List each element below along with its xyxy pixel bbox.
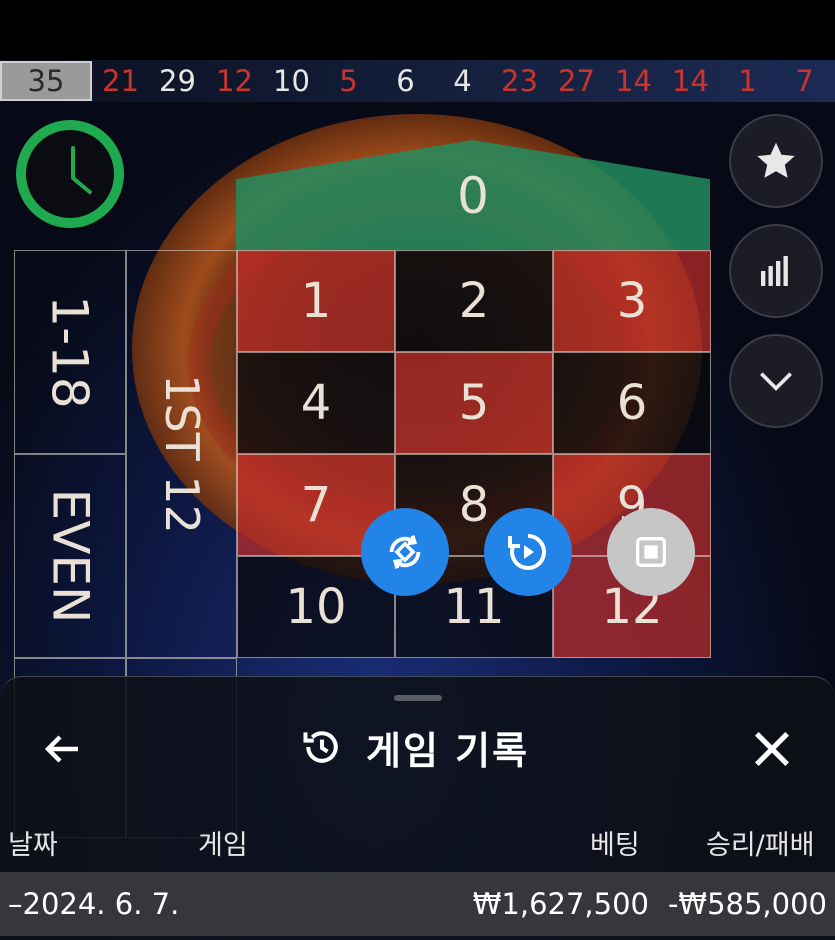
history-number: 14 [615,64,652,98]
row-bet-total: ₩1,627,500 [472,887,649,921]
swap-icon [389,535,421,569]
chevron-down-icon [760,372,792,391]
bet-spot-1-18[interactable]: 1-18 [14,250,126,454]
history-number: 4 [453,64,472,98]
bet-spot-even[interactable]: EVEN [14,454,126,658]
column-header-date: 날짜 [8,830,58,861]
statistics-button[interactable] [729,224,823,318]
history-number: 5 [339,64,358,98]
column-header-game: 게임 [198,830,248,861]
column-header-result: 승리/패배 [706,830,815,861]
number-label: 7 [300,477,332,533]
number-label: 2 [458,273,490,329]
row-result-total: -₩585,000 [667,887,827,921]
history-icon [303,731,338,763]
star-icon [757,142,795,178]
number-label: 1 [300,273,332,329]
collapse-button[interactable] [729,334,823,428]
top-status-strip [0,0,835,60]
number-label: 5 [458,375,490,431]
sheet-header: 게임 기록 [0,717,835,777]
history-number: 6 [396,64,415,98]
close-icon [754,731,790,767]
history-number: 21 [102,64,139,98]
number-label: 8 [458,477,490,533]
history-number-latest: 35 [0,61,92,101]
number-label: 10 [285,579,347,635]
row-date: –2024. 6. 7. [8,887,180,921]
history-number: 12 [216,64,253,98]
history-date-row[interactable]: –2024. 6. 7. ₩1,627,500 -₩585,000 [0,872,835,936]
bet-spot-number[interactable]: 6 [553,352,711,454]
results-history-bar: 35 21 29 12 10 5 6 4 23 27 14 14 1 7 [0,60,835,102]
game-history-sheet: 게임 기록 날짜 게임 베팅 승리/패배 –2024. 6. 7. ₩1,627… [0,676,835,940]
arrow-left-icon [44,735,78,763]
bet-spot-number[interactable]: 5 [395,352,553,454]
stats-icon [761,256,788,286]
low-bet-label: 1-18 [41,295,100,409]
first-dozen-label: 1ST 12 [154,374,209,534]
bet-spot-number[interactable]: 1 [237,250,395,352]
history-number: 7 [795,64,814,98]
favorites-button[interactable] [729,114,823,208]
number-label: 3 [616,273,648,329]
sheet-title: 게임 기록 [300,717,529,777]
zero-label: 0 [457,167,489,225]
autoplay-button[interactable] [484,508,572,596]
history-number: 29 [159,64,196,98]
autoplay-icon [508,534,547,570]
stop-icon [636,537,666,567]
swap-view-button[interactable] [361,508,449,596]
bet-spot-first-dozen[interactable]: 1ST 12 [126,250,237,658]
column-header-bet: 베팅 [590,830,640,861]
back-button[interactable] [38,725,86,773]
history-number: 10 [273,64,310,98]
history-number: 1 [738,64,757,98]
close-button[interactable] [746,723,798,775]
history-number: 14 [672,64,709,98]
number-label: 4 [300,375,332,431]
bet-spot-number[interactable]: 2 [395,250,553,352]
history-number: 27 [558,64,595,98]
number-label: 6 [616,375,648,431]
stop-button[interactable] [607,508,695,596]
number-label: 11 [443,579,505,635]
timer-clock-icon [16,120,124,228]
even-bet-label: EVEN [41,488,100,624]
bet-spot-number[interactable]: 4 [237,352,395,454]
history-number: 23 [501,64,538,98]
sheet-grabber[interactable] [394,695,442,701]
sheet-title-text: 게임 기록 [366,728,530,773]
bet-spot-number[interactable]: 3 [553,250,711,352]
